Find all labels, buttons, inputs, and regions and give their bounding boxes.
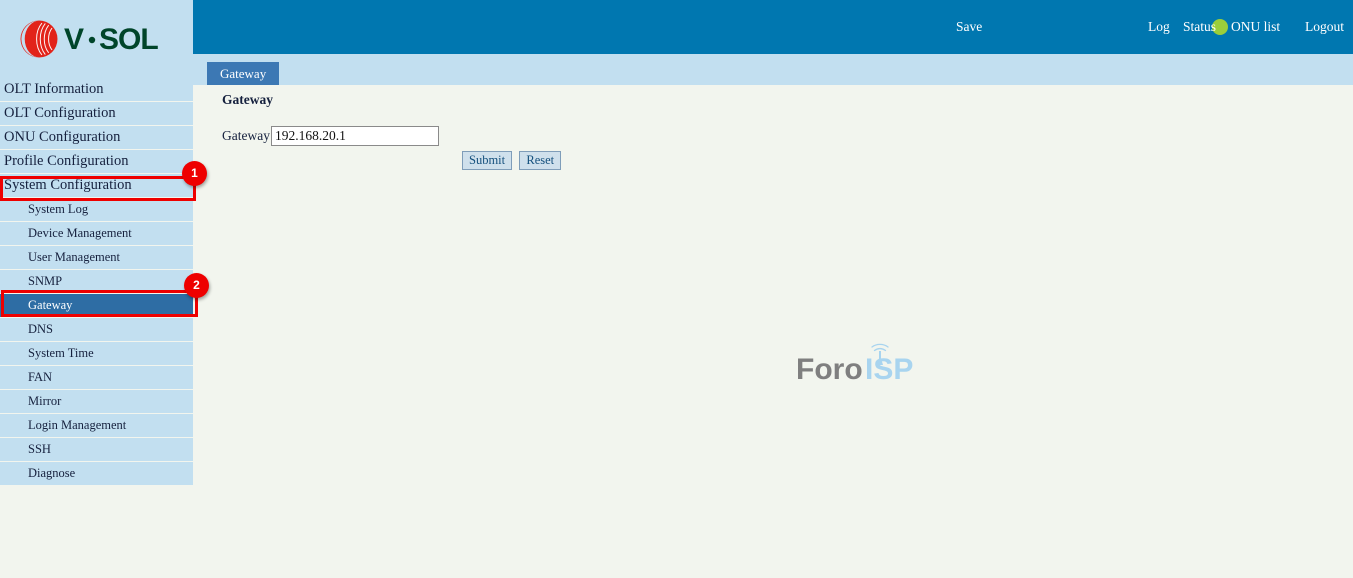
watermark-text-isp: ISP — [865, 353, 913, 386]
tab-gateway[interactable]: Gateway — [207, 62, 280, 85]
sidebar-item-label: Diagnose — [28, 466, 76, 480]
header-link-status[interactable]: Status — [1183, 19, 1216, 35]
sidebar-item-label: SSH — [28, 442, 51, 456]
gateway-field-label: Gateway — [222, 128, 270, 143]
sidebar-item-ssh[interactable]: SSH — [0, 438, 193, 462]
vsol-wordmark-icon: V SOL — [64, 23, 159, 56]
brand-logo[interactable]: V SOL — [0, 0, 193, 78]
sidebar-item-label: System Configuration — [4, 177, 132, 193]
svg-text:V: V — [64, 23, 84, 56]
header-link-onu-list[interactable]: ONU list — [1231, 19, 1280, 35]
sidebar-menu: OLT Information OLT Configuration ONU Co… — [0, 78, 193, 486]
sidebar-item-dns[interactable]: DNS — [0, 318, 193, 342]
header-link-log[interactable]: Log — [1148, 19, 1170, 35]
sidebar-item-olt-configuration[interactable]: OLT Configuration — [0, 102, 193, 126]
sidebar-item-olt-information[interactable]: OLT Information — [0, 78, 193, 102]
form-button-row: Submit Reset — [462, 151, 565, 170]
sidebar-item-label: OLT Information — [4, 81, 104, 97]
sidebar-item-user-management[interactable]: User Management — [0, 246, 193, 270]
sidebar-item-login-management[interactable]: Login Management — [0, 414, 193, 438]
main-content: Gateway Gateway Submit Reset Foro ISP — [193, 85, 1353, 578]
sidebar-item-label: Mirror — [28, 394, 62, 408]
svg-text:SOL: SOL — [99, 23, 158, 56]
gateway-form-row: Gateway — [222, 126, 439, 146]
sidebar-item-device-management[interactable]: Device Management — [0, 222, 193, 246]
logout-button[interactable]: Logout — [1305, 19, 1344, 35]
sidebar-item-system-log[interactable]: System Log — [0, 198, 193, 222]
submit-button[interactable]: Submit — [462, 151, 513, 170]
sidebar-item-system-time[interactable]: System Time — [0, 342, 193, 366]
sidebar-item-label: SNMP — [28, 274, 63, 288]
top-header-bar: Save Log Status ONU list Logout — [193, 0, 1353, 54]
browser-page: V SOL OLT Information OLT Configuration … — [0, 0, 1353, 578]
sidebar-item-label: OLT Configuration — [4, 105, 116, 121]
foroisp-watermark: Foro ISP — [796, 343, 913, 386]
sidebar: V SOL OLT Information OLT Configuration … — [0, 0, 193, 578]
sidebar-item-label: ONU Configuration — [4, 129, 121, 145]
sidebar-item-onu-configuration[interactable]: ONU Configuration — [0, 126, 193, 150]
sidebar-item-label: Profile Configuration — [4, 153, 129, 169]
sidebar-item-label: DNS — [28, 322, 54, 336]
tab-bar: Gateway — [193, 54, 1353, 85]
vsol-sphere-logo-icon — [20, 20, 58, 58]
gateway-input[interactable] — [270, 126, 439, 146]
sidebar-item-gateway[interactable]: Gateway — [0, 294, 193, 318]
reset-button[interactable]: Reset — [519, 151, 562, 170]
sidebar-item-label: Device Management — [28, 226, 132, 240]
sidebar-item-snmp[interactable]: SNMP — [0, 270, 193, 294]
watermark-text-foro: Foro — [796, 353, 863, 386]
save-button[interactable]: Save — [956, 19, 982, 35]
sidebar-item-label: Login Management — [28, 418, 127, 432]
sidebar-item-label: User Management — [28, 250, 120, 264]
sidebar-item-system-configuration[interactable]: System Configuration — [0, 174, 193, 198]
sidebar-item-mirror[interactable]: Mirror — [0, 390, 193, 414]
sidebar-item-diagnose[interactable]: Diagnose — [0, 462, 193, 486]
sidebar-item-profile-configuration[interactable]: Profile Configuration — [0, 150, 193, 174]
page-title: Gateway — [222, 92, 273, 107]
sidebar-item-label: System Time — [28, 346, 94, 360]
sidebar-item-label: System Log — [28, 202, 89, 216]
sidebar-item-label: Gateway — [28, 298, 73, 312]
sidebar-item-fan[interactable]: FAN — [0, 366, 193, 390]
sidebar-item-label: FAN — [28, 370, 53, 384]
